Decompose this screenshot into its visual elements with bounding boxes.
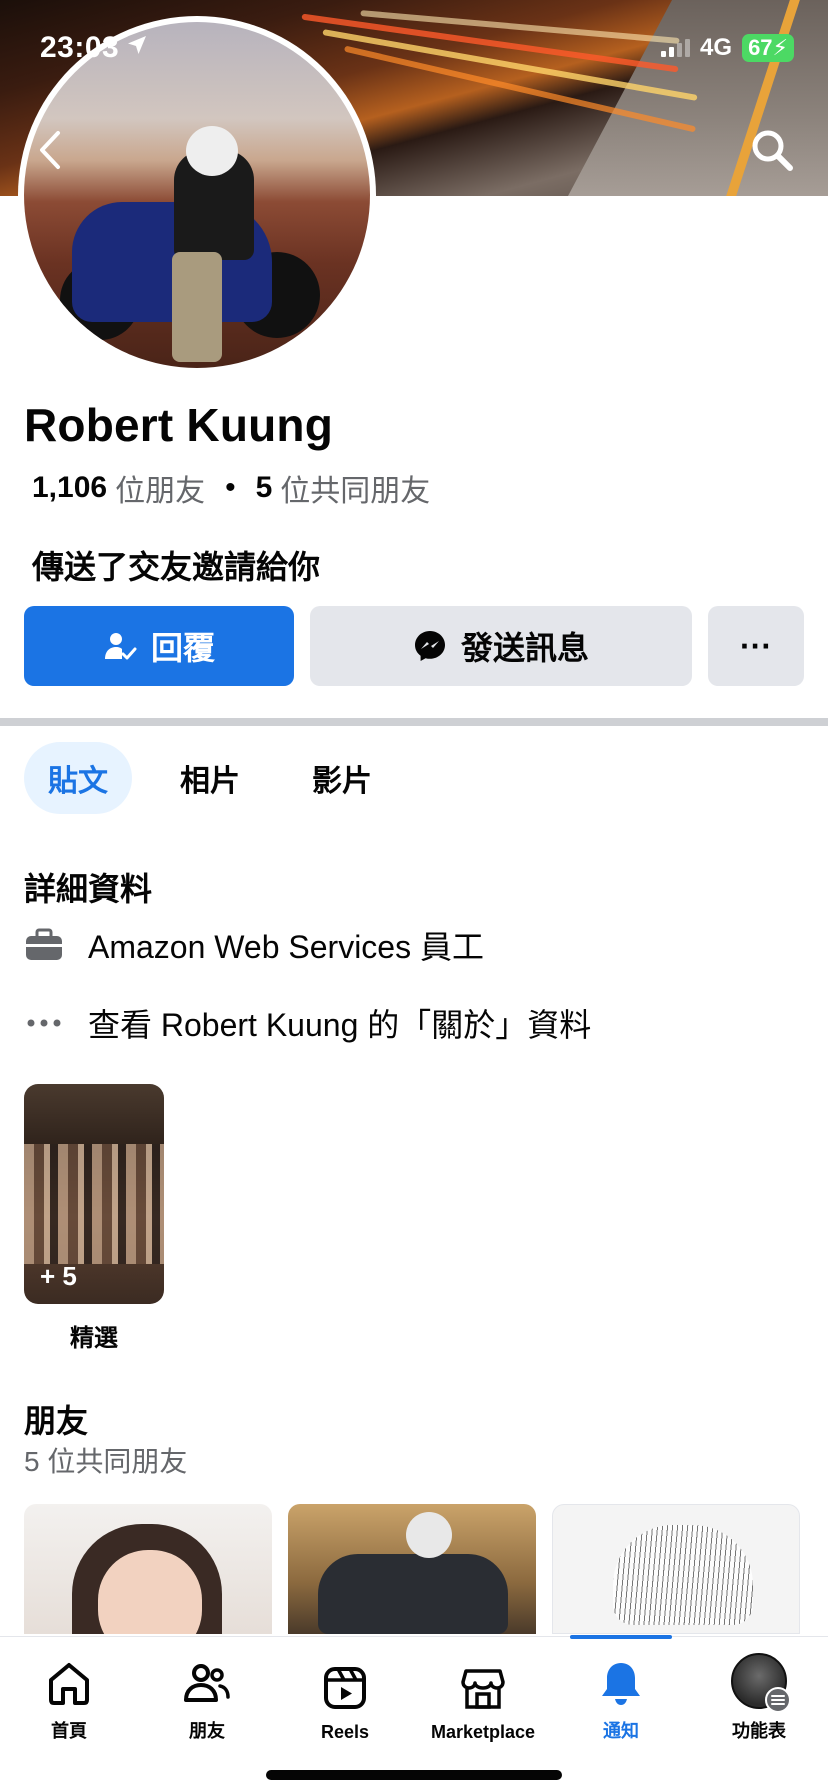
back-button[interactable] [30,125,70,175]
nav-friends-label: 朋友 [189,1721,225,1741]
nav-menu[interactable]: 功能表 [690,1637,828,1747]
person-check-icon [104,633,137,660]
network-type: 4G [700,34,733,61]
section-divider [0,718,828,726]
status-time-group: 23:03 [40,31,149,65]
friend-card[interactable] [552,1504,800,1634]
bottom-navigation: 首頁 朋友 Reels Marketplace 通知 功能表 [0,1635,828,1792]
status-bar: 23:03 4G 67⚡ [40,28,794,68]
nav-notifications[interactable]: 通知 [552,1635,690,1747]
nav-menu-label: 功能表 [732,1721,786,1741]
about-link-text: 查看 Robert Kuung 的「關於」資料 [88,1007,592,1043]
briefcase-icon [24,925,64,965]
featured-thumbnail: + 5 [24,1084,164,1304]
friend-count-suffix: 位朋友 [115,475,206,508]
friend-card[interactable] [24,1504,272,1634]
friend-cards [24,1504,800,1634]
search-icon [752,130,793,171]
details-title: 詳細資料 [24,871,153,907]
search-button[interactable] [748,126,796,174]
profile-name: Robert Kuung [24,399,334,451]
respond-label: 回覆 [150,630,215,666]
friend-request-notice: 傳送了交友邀請給你 [32,549,321,585]
friends-icon [181,1657,233,1709]
friends-title: 朋友 [24,1403,89,1439]
mutual-suffix: 位共同朋友 [280,475,431,508]
profile-photo [24,22,370,368]
tab-photos[interactable]: 相片 [156,742,264,814]
friend-stats[interactable]: 1,106 位朋友 • 5 位共同朋友 [32,466,430,510]
work-detail[interactable]: Amazon Web Services 員工 [24,920,484,970]
send-message-button[interactable]: 發送訊息 [310,606,692,686]
more-options-button[interactable]: ··· [708,606,804,686]
nav-friends[interactable]: 朋友 [138,1637,276,1747]
nav-reels[interactable]: Reels [276,1637,414,1747]
nav-marketplace-label: Marketplace [430,1722,536,1742]
featured-count: + 5 [40,1261,77,1291]
chevron-left-icon [40,131,60,169]
nav-reels-label: Reels [320,1722,370,1742]
status-time: 23:03 [40,31,120,64]
mutual-count: 5 [255,471,273,504]
reels-icon [319,1662,371,1714]
battery-icon: 67⚡ [742,34,794,62]
more-dots-icon: ··· [740,627,772,664]
active-tab-indicator [570,1635,672,1639]
about-link[interactable]: 查看 Robert Kuung 的「關於」資料 [24,998,591,1048]
separator-dot: • [225,471,236,504]
tab-videos[interactable]: 影片 [288,742,396,814]
more-horizontal-icon [24,1003,64,1043]
featured-highlight[interactable]: + 5 [24,1084,164,1304]
battery-level: 67 [748,35,773,60]
nav-notifications-label: 通知 [603,1721,639,1741]
marketplace-icon [457,1662,509,1714]
home-icon [43,1657,95,1709]
messenger-icon [414,631,445,661]
work-text: Amazon Web Services 員工 [88,929,484,965]
respond-button[interactable]: 回覆 [24,606,294,686]
hamburger-icon [765,1687,791,1713]
home-indicator [266,1770,562,1780]
location-arrow-icon [125,31,149,65]
nav-home[interactable]: 首頁 [0,1637,138,1747]
friends-subtitle: 5 位共同朋友 [24,1446,188,1477]
tab-posts[interactable]: 貼文 [24,742,132,814]
profile-picture[interactable] [18,16,376,374]
signal-icon [661,39,691,57]
status-right: 4G 67⚡ [661,34,794,62]
profile-tabs: 貼文 相片 影片 [24,742,396,814]
friend-count: 1,106 [32,471,108,504]
bell-icon [595,1657,647,1709]
nav-marketplace[interactable]: Marketplace [414,1637,552,1747]
featured-label: 精選 [70,1325,118,1352]
friend-card[interactable] [288,1504,536,1634]
action-buttons: 回覆 發送訊息 ··· [24,606,804,686]
menu-avatar [731,1653,791,1713]
nav-home-label: 首頁 [51,1721,87,1741]
send-message-label: 發送訊息 [460,630,589,666]
